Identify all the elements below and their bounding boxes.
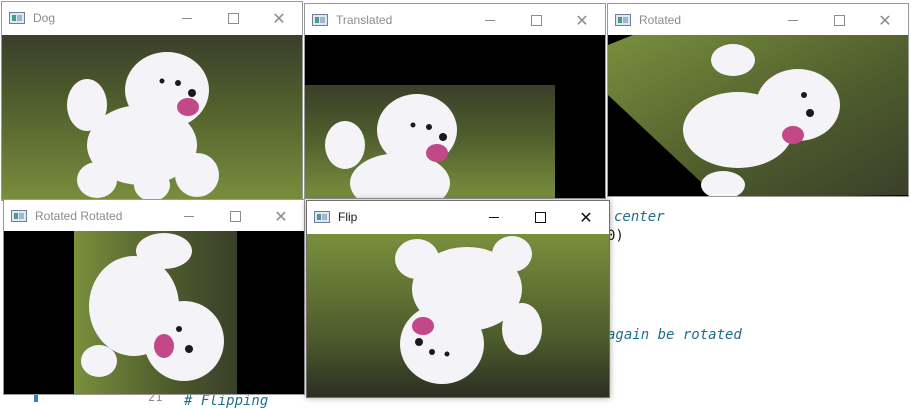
window-flip[interactable]: Flip ✕ <box>306 200 610 398</box>
close-button[interactable]: ✕ <box>559 4 605 36</box>
maximize-icon <box>530 14 542 26</box>
minimize-button[interactable] <box>471 201 517 233</box>
image-view <box>307 234 609 397</box>
minimize-button[interactable] <box>770 4 816 36</box>
window-translated[interactable]: Translated ✕ <box>304 3 606 199</box>
close-button[interactable]: ✕ <box>258 200 304 232</box>
window-title: Rotated <box>639 13 682 27</box>
maximize-button[interactable] <box>513 4 559 36</box>
window-title: Translated <box>336 13 393 27</box>
close-button[interactable]: ✕ <box>862 4 908 36</box>
minimize-button[interactable] <box>166 200 212 232</box>
minimize-icon <box>182 17 192 19</box>
window-title: Dog <box>33 11 56 25</box>
maximize-icon <box>227 12 239 24</box>
dog-photo <box>2 35 302 200</box>
code-comment-rotated: again be rotated <box>607 327 742 343</box>
close-icon: ✕ <box>878 10 892 30</box>
minimize-icon <box>489 216 499 218</box>
window-title: Rotated Rotated <box>35 209 123 223</box>
dog-flipped <box>307 234 609 397</box>
window-dog[interactable]: Dog ✕ <box>1 1 303 201</box>
dog-rotated-twice <box>4 231 304 394</box>
minimize-icon <box>788 19 798 21</box>
minimize-icon <box>485 19 495 21</box>
window-rotated-rotated[interactable]: Rotated Rotated ✕ <box>3 199 305 395</box>
maximize-icon <box>534 211 546 223</box>
close-icon: ✕ <box>274 206 288 226</box>
dog-translated <box>305 35 605 198</box>
dog-rotated <box>608 35 908 196</box>
code-comment-center: center <box>614 209 665 225</box>
minimize-icon <box>184 215 194 217</box>
image-view <box>608 35 908 196</box>
image-view <box>305 35 605 198</box>
close-icon: ✕ <box>575 10 589 30</box>
app-icon <box>615 14 631 26</box>
close-icon: ✕ <box>579 207 593 227</box>
app-icon <box>11 210 27 222</box>
code-comment-flipping: # Flipping <box>184 393 269 409</box>
maximize-icon <box>229 210 241 222</box>
maximize-icon <box>833 14 845 26</box>
maximize-button[interactable] <box>517 201 563 233</box>
maximize-button[interactable] <box>210 2 256 34</box>
maximize-button[interactable] <box>816 4 862 36</box>
minimize-button[interactable] <box>467 4 513 36</box>
minimize-button[interactable] <box>164 2 210 34</box>
app-icon <box>314 211 330 223</box>
close-button[interactable]: ✕ <box>563 201 609 233</box>
image-view <box>4 231 304 394</box>
app-icon <box>312 14 328 26</box>
window-rotated[interactable]: Rotated ✕ <box>607 3 909 197</box>
maximize-button[interactable] <box>212 200 258 232</box>
window-title: Flip <box>338 210 358 224</box>
app-icon <box>9 12 25 24</box>
image-view <box>2 35 302 200</box>
close-button[interactable]: ✕ <box>256 2 302 34</box>
close-icon: ✕ <box>272 8 286 28</box>
